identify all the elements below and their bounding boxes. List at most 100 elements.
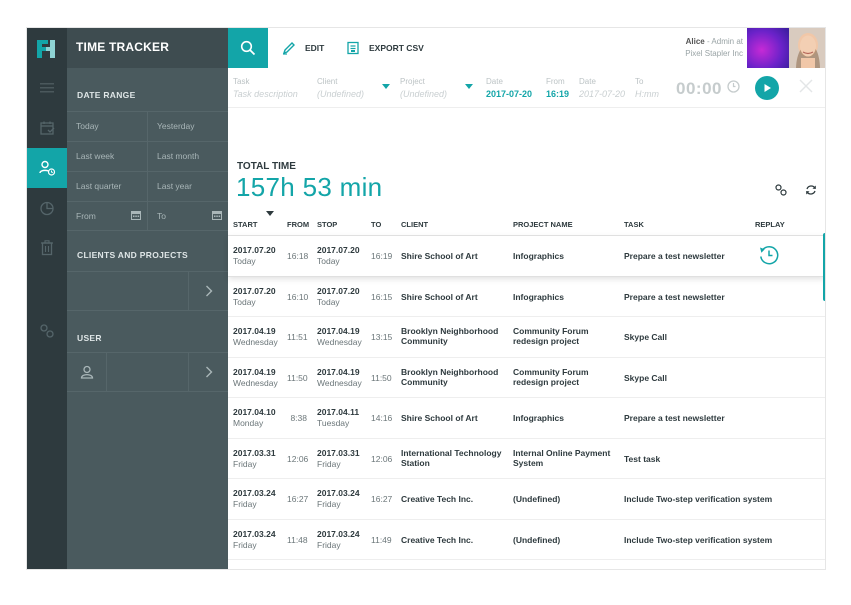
- search-icon: [240, 40, 256, 56]
- client-field[interactable]: Client (Undefined): [317, 76, 364, 100]
- project-select[interactable]: (Undefined): [400, 88, 447, 100]
- task-name: Include Two-step verification system: [624, 494, 773, 504]
- header-stop[interactable]: STOP: [317, 220, 337, 229]
- edit-button[interactable]: EDIT: [282, 28, 324, 68]
- close-icon[interactable]: [798, 78, 814, 99]
- end-date-field[interactable]: Date 2017-07-20: [579, 76, 625, 100]
- clients-projects-selector[interactable]: [67, 271, 228, 311]
- stop-day: Today: [317, 256, 340, 266]
- stop-day: Friday: [317, 458, 341, 469]
- task-input[interactable]: Task description: [233, 88, 298, 100]
- start-date: 2017.04.19: [233, 326, 276, 336]
- header-to[interactable]: TO: [371, 220, 381, 229]
- from-field[interactable]: From 16:19: [546, 76, 569, 100]
- table-row[interactable]: 2017.07.20 Today 16:10 2017.07.20 Today 16:15…: [228, 277, 825, 317]
- time-entry-row: Task Task description Client (Undefined)…: [228, 68, 825, 108]
- header-task[interactable]: TASK: [624, 220, 644, 229]
- start-date: 2017.04.10: [233, 407, 276, 417]
- header-project[interactable]: PROJECT NAME: [513, 220, 573, 229]
- start-date: 2017.07.20: [233, 285, 276, 296]
- search-button[interactable]: [228, 28, 268, 68]
- task-field[interactable]: Task Task description: [233, 76, 298, 100]
- user-time-icon[interactable]: [27, 148, 67, 188]
- start-date: 2017.03.24: [233, 528, 276, 539]
- calendar-icon: [212, 211, 222, 220]
- filter-last-year[interactable]: Last year: [147, 172, 228, 201]
- stop-date: 2017.04.19: [317, 366, 360, 377]
- avatar[interactable]: [747, 28, 825, 68]
- filter-from-date[interactable]: From: [67, 202, 147, 230]
- app-logo[interactable]: [35, 37, 59, 61]
- top-toolbar: EDIT EXPORT CSV Alice - Admin at Pixel S…: [228, 28, 825, 68]
- stop-date: 2017.04.19: [317, 326, 360, 336]
- date-label: Date: [486, 77, 503, 86]
- scrollbar-indicator[interactable]: [823, 233, 825, 301]
- chevron-right-icon[interactable]: [188, 272, 228, 310]
- table-row[interactable]: 2017.04.19 Wednesday 11:51 2017.04.19 Wednes…: [228, 317, 825, 358]
- client-dropdown-icon[interactable]: [382, 84, 390, 89]
- table-row[interactable]: 2017.03.24 Friday 16:27 2017.03.24 Friday 16:…: [228, 479, 825, 520]
- from-time-value[interactable]: 16:19: [546, 88, 569, 100]
- header-client[interactable]: CLIENT: [401, 220, 428, 229]
- pie-chart-icon[interactable]: [27, 188, 67, 228]
- to-label: To: [635, 77, 644, 86]
- filter-last-week[interactable]: Last week: [67, 142, 147, 171]
- replay-icon[interactable]: [758, 244, 780, 266]
- filter-last-quarter[interactable]: Last quarter: [67, 172, 147, 201]
- header-from[interactable]: FROM: [287, 220, 309, 229]
- client-name: International Technology Station: [401, 447, 502, 468]
- table-row[interactable]: 2017.04.10 Monday 8:38 2017.04.11 Tuesday 14:…: [228, 398, 825, 439]
- date-row-3: Last quarter Last year: [67, 171, 228, 201]
- to-field[interactable]: To H:mm: [635, 76, 659, 100]
- to-time-input[interactable]: H:mm: [635, 88, 659, 100]
- header-start[interactable]: START: [233, 220, 257, 229]
- table-row[interactable]: 2017.04.19 Wednesday 11:50 2017.04.19 Wednes…: [228, 358, 825, 398]
- pencil-icon: [282, 42, 295, 55]
- start-day: Friday: [233, 458, 257, 469]
- start-timer-button[interactable]: [755, 76, 779, 100]
- filter-last-month[interactable]: Last month: [147, 142, 228, 171]
- stop-day: Tuesday: [317, 418, 350, 428]
- from-time: 11:51: [287, 332, 308, 342]
- table-row[interactable]: 2017.07.20 Today 16:18 2017.07.20 Today 16:19…: [228, 236, 825, 277]
- table-body: 2017.07.20 Today 16:18 2017.07.20 Today 16:19…: [228, 236, 825, 560]
- refresh-icon[interactable]: [805, 184, 817, 196]
- user-role: - Admin at: [704, 37, 743, 46]
- project-field[interactable]: Project (Undefined): [400, 76, 447, 100]
- user-name: Alice: [685, 37, 705, 46]
- calendar-check-icon[interactable]: [27, 108, 67, 148]
- header-replay: REPLAY: [755, 220, 785, 229]
- chevron-right-icon[interactable]: [188, 353, 228, 391]
- filter-to-date[interactable]: To: [147, 202, 228, 230]
- table-row[interactable]: 2017.03.31 Friday 12:06 2017.03.31 Friday 12:…: [228, 439, 825, 479]
- from-time: 16:18: [287, 251, 309, 261]
- from-time: 8:38: [290, 413, 307, 423]
- task-name: Skype Call: [624, 332, 667, 342]
- task-name: Include Two-step verification system: [624, 534, 773, 545]
- stop-date: 2017.04.11: [317, 407, 360, 417]
- filter-yesterday[interactable]: Yesterday: [147, 112, 228, 141]
- task-name: Prepare a test newsletter: [624, 413, 725, 423]
- filter-today[interactable]: Today: [67, 112, 147, 141]
- link-icon[interactable]: [775, 184, 787, 196]
- share-icon[interactable]: [27, 311, 67, 351]
- client-select[interactable]: (Undefined): [317, 88, 364, 100]
- to-time: 12:06: [371, 453, 393, 464]
- task-name: Prepare a test newsletter: [624, 291, 725, 302]
- date-range-title: DATE RANGE: [77, 90, 136, 100]
- start-date-field[interactable]: Date 2017-07-20: [486, 76, 532, 100]
- project-dropdown-icon[interactable]: [465, 84, 473, 89]
- client-name: Brooklyn Neighborhood Community: [401, 326, 499, 346]
- app-title: TIME TRACKER: [67, 28, 228, 68]
- sort-desc-icon[interactable]: [266, 211, 274, 216]
- end-date-input[interactable]: 2017-07-20: [579, 88, 625, 100]
- user-selector[interactable]: [67, 352, 228, 392]
- table-row[interactable]: 2017.03.24 Friday 11:48 2017.03.24 Friday 11:…: [228, 520, 825, 560]
- export-csv-button[interactable]: EXPORT CSV: [346, 28, 424, 68]
- trash-icon[interactable]: [27, 228, 67, 268]
- export-label: EXPORT CSV: [369, 43, 424, 53]
- menu-icon[interactable]: [27, 68, 67, 108]
- start-date-value[interactable]: 2017-07-20: [486, 88, 532, 100]
- start-day: Friday: [233, 539, 257, 550]
- from-time: 12:06: [287, 453, 309, 464]
